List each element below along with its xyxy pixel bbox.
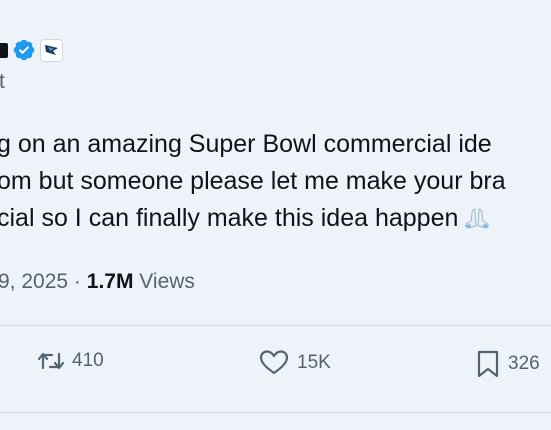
meta-separator: · (73, 270, 81, 293)
retweet-button[interactable]: 410 (38, 350, 104, 372)
folded-hands-emoji-icon (464, 208, 491, 229)
tweet-meta: 9, 2025 · 1.7M Views (0, 270, 195, 294)
tweet-line-2: om but someone please let me make your b… (0, 167, 506, 195)
like-count: 15K (297, 352, 331, 373)
heart-icon (259, 350, 289, 375)
divider (0, 325, 551, 326)
author-handle[interactable]: t (0, 70, 5, 94)
views-label: Views (139, 270, 195, 293)
retweet-icon (38, 352, 64, 370)
tweet-line-3-text: cial so I can finally make this idea hap… (0, 204, 459, 232)
divider (0, 412, 551, 413)
like-button[interactable]: 15K (259, 350, 331, 376)
tweet-text: g on an amazing Super Bowl commercial id… (0, 126, 551, 237)
retweet-count: 410 (72, 350, 104, 371)
display-name-fragment (0, 42, 8, 58)
affiliate-logo-icon (44, 45, 58, 55)
affiliate-badge-icon[interactable] (40, 38, 63, 62)
bookmark-button[interactable]: 326 (476, 350, 540, 378)
tweet-date[interactable]: 9, 2025 (0, 270, 68, 293)
bookmark-icon (477, 350, 499, 378)
views-count: 1.7M (86, 270, 134, 293)
author-badges (0, 38, 63, 62)
verified-badge-icon[interactable] (12, 38, 36, 62)
tweet-actions: 410 15K 326 (0, 350, 551, 386)
bookmark-count: 326 (508, 353, 540, 374)
tweet-line-1: g on an amazing Super Bowl commercial id… (0, 130, 492, 158)
tweet-line-3: cial so I can finally make this idea hap… (0, 200, 551, 237)
